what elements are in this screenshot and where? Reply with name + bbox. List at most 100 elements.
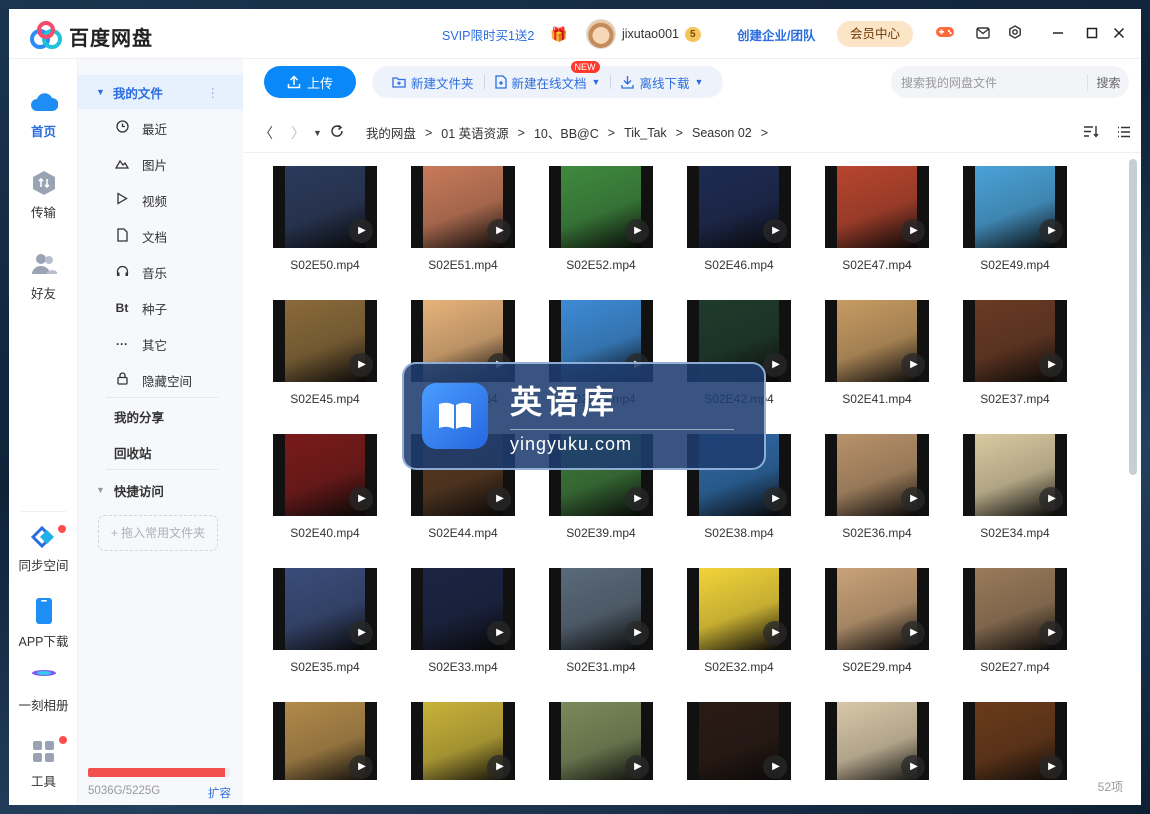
file-tile[interactable]: ▶S02E24.mp4	[825, 702, 929, 780]
video-thumbnail[interactable]: ▶	[825, 568, 929, 650]
file-name[interactable]: S02E39.mp4	[549, 526, 653, 540]
nav-album[interactable]: 一刻相册	[9, 663, 78, 714]
file-name[interactable]: S02E52.mp4	[549, 258, 653, 272]
file-name[interactable]: S02E44.mp4	[411, 526, 515, 540]
caret-down-icon[interactable]: ▼	[96, 485, 105, 495]
nav-friends[interactable]: 好友	[9, 251, 78, 302]
upload-button[interactable]: 上传	[264, 66, 356, 98]
gift-icon[interactable]: 🎁	[550, 9, 567, 59]
file-tile[interactable]: ▶ S02E36.mp4	[825, 434, 929, 540]
play-icon[interactable]: ▶	[487, 487, 511, 511]
file-tile[interactable]: ▶S02E25.mp4	[687, 702, 791, 780]
forward-arrow-icon[interactable]: 〉	[291, 123, 305, 143]
play-icon[interactable]: ▶	[763, 621, 787, 645]
video-thumbnail[interactable]: ▶	[825, 434, 929, 516]
play-icon[interactable]: ▶	[1039, 755, 1063, 779]
video-thumbnail[interactable]: ▶	[963, 300, 1067, 382]
scrollbar-thumb[interactable]	[1129, 159, 1137, 475]
scrollbar[interactable]	[1129, 159, 1137, 781]
breadcrumb-item[interactable]: Tik_Tak	[624, 126, 667, 140]
play-icon[interactable]: ▶	[349, 219, 373, 243]
nav-sync-space[interactable]: 同步空间	[9, 525, 78, 574]
file-name[interactable]: S02E49.mp4	[963, 258, 1067, 272]
sidebar-item-music[interactable]: 音乐	[78, 255, 243, 289]
video-thumbnail[interactable]: ▶	[687, 702, 791, 780]
file-name[interactable]: S02E45.mp4	[273, 392, 377, 406]
sidebar-quick-access[interactable]: ▼ 快捷访问	[78, 473, 243, 507]
settings-gear-icon[interactable]	[1006, 25, 1024, 43]
video-thumbnail[interactable]: ▶	[273, 166, 377, 248]
file-tile[interactable]: ▶ S02E34.mp4	[963, 434, 1067, 540]
file-tile[interactable]: ▶ S02E45.mp4	[273, 300, 377, 406]
nav-app-download[interactable]: APP下载	[9, 597, 78, 650]
play-icon[interactable]: ▶	[349, 487, 373, 511]
sidebar-item-documents[interactable]: 文档	[78, 219, 243, 253]
play-icon[interactable]: ▶	[1039, 621, 1063, 645]
video-thumbnail[interactable]: ▶	[549, 568, 653, 650]
file-name[interactable]: S02E41.mp4	[825, 392, 929, 406]
play-icon[interactable]: ▶	[763, 487, 787, 511]
file-tile[interactable]: ▶ S02E31.mp4	[549, 568, 653, 674]
play-icon[interactable]: ▶	[1039, 353, 1063, 377]
video-thumbnail[interactable]: ▶	[963, 166, 1067, 248]
file-tile[interactable]: ▶ S02E47.mp4	[825, 166, 929, 272]
sidebar-item-images[interactable]: 图片	[78, 147, 243, 181]
video-thumbnail[interactable]: ▶	[549, 702, 653, 780]
play-icon[interactable]: ▶	[1039, 219, 1063, 243]
more-vertical-icon[interactable]: ⋮	[207, 85, 220, 100]
file-tile[interactable]: ▶ S02E41.mp4	[825, 300, 929, 406]
file-name[interactable]: S02E51.mp4	[411, 258, 515, 272]
file-tile[interactable]: ▶ S02E33.mp4	[411, 568, 515, 674]
caret-down-icon[interactable]: ▼	[592, 77, 601, 87]
minimize-icon[interactable]	[1049, 25, 1067, 43]
game-controller-icon[interactable]	[935, 25, 954, 43]
file-name[interactable]: S02E35.mp4	[273, 660, 377, 674]
file-tile[interactable]: ▶ S02E49.mp4	[963, 166, 1067, 272]
file-name[interactable]: S02E50.mp4	[273, 258, 377, 272]
history-dropdown-icon[interactable]: ▼	[313, 128, 322, 138]
file-name[interactable]: S02E27.mp4	[963, 660, 1067, 674]
play-icon[interactable]: ▶	[901, 219, 925, 243]
play-icon[interactable]: ▶	[1039, 487, 1063, 511]
video-thumbnail[interactable]: ▶	[825, 166, 929, 248]
play-icon[interactable]: ▶	[763, 219, 787, 243]
sidebar-item-other[interactable]: ··· 其它	[78, 327, 243, 361]
search-button[interactable]: 搜索	[1087, 73, 1129, 91]
file-tile[interactable]: ▶ S02E32.mp4	[687, 568, 791, 674]
video-thumbnail[interactable]: ▶	[963, 702, 1067, 780]
play-icon[interactable]: ▶	[487, 755, 511, 779]
play-icon[interactable]: ▶	[349, 353, 373, 377]
nav-transfer[interactable]: 传输	[9, 170, 78, 221]
breadcrumb-item[interactable]: 我的网盘	[366, 123, 416, 142]
offline-download-button[interactable]: 离线下载 ▼	[611, 73, 713, 92]
play-icon[interactable]: ▶	[625, 621, 649, 645]
sidebar-item-hidden-space[interactable]: 隐藏空间	[78, 363, 243, 397]
video-thumbnail[interactable]: ▶	[687, 166, 791, 248]
play-icon[interactable]: ▶	[349, 755, 373, 779]
file-name[interactable]: S02E36.mp4	[825, 526, 929, 540]
file-name[interactable]: S02E31.mp4	[549, 660, 653, 674]
list-view-icon[interactable]	[1117, 125, 1131, 141]
caret-down-icon[interactable]: ▼	[96, 87, 105, 97]
sidebar-item-videos[interactable]: 视频	[78, 183, 243, 217]
play-icon[interactable]: ▶	[901, 755, 925, 779]
play-icon[interactable]: ▶	[487, 621, 511, 645]
file-name[interactable]: S02E47.mp4	[825, 258, 929, 272]
mail-icon[interactable]	[974, 25, 992, 43]
nav-tools[interactable]: 工具	[9, 736, 78, 790]
video-thumbnail[interactable]: ▶	[825, 702, 929, 780]
play-icon[interactable]: ▶	[763, 353, 787, 377]
video-thumbnail[interactable]: ▶	[549, 166, 653, 248]
file-tile[interactable]: ▶S02E23.mp4	[963, 702, 1067, 780]
play-icon[interactable]: ▶	[625, 755, 649, 779]
video-thumbnail[interactable]: ▶	[273, 300, 377, 382]
file-name[interactable]: S02E46.mp4	[687, 258, 791, 272]
video-thumbnail[interactable]: ▶	[273, 434, 377, 516]
new-online-doc-button[interactable]: 新建在线文档 ▼ NEW	[485, 60, 611, 92]
file-tile[interactable]: ▶ S02E52.mp4	[549, 166, 653, 272]
video-thumbnail[interactable]: ▶	[963, 434, 1067, 516]
sidebar-item-recent[interactable]: 最近	[78, 111, 243, 145]
breadcrumb-item[interactable]: 10、BB@C	[534, 123, 599, 142]
video-thumbnail[interactable]: ▶	[273, 702, 377, 780]
expand-storage-link[interactable]: 扩容	[208, 785, 231, 801]
